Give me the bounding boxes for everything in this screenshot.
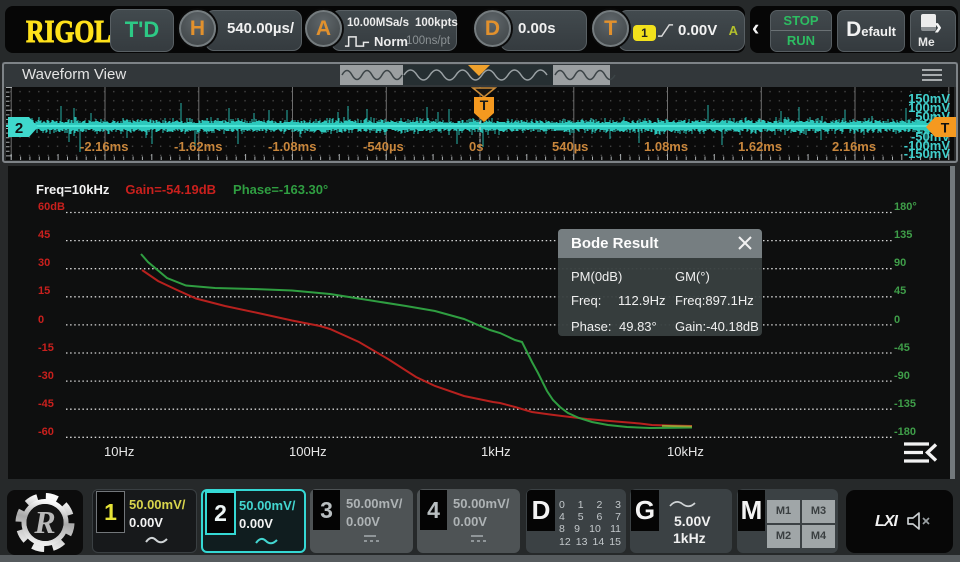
svg-text:T: T [480, 97, 489, 113]
svg-text:R: R [33, 504, 55, 540]
svg-text:2: 2 [15, 120, 23, 137]
svg-text:T: T [941, 120, 950, 136]
